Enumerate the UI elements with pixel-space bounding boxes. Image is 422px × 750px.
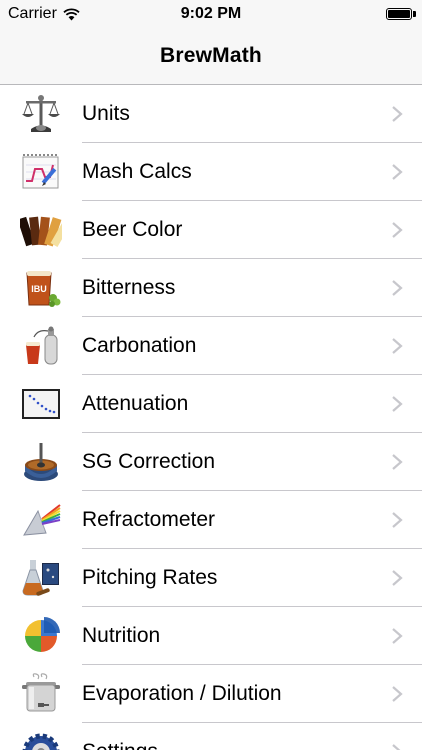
clock: 9:02 PM [180,5,242,22]
chevron-right-icon [392,338,403,354]
brew-kettle-icon [20,673,62,715]
svg-text:IBU: IBU [31,284,47,294]
menu-item-mash-calcs[interactable]: Mash Calcs [0,143,422,201]
menu-item-sg-correction[interactable]: SG Correction [0,433,422,491]
menu-item-settings[interactable]: Settings [0,723,422,750]
chevron-right-icon [392,396,403,412]
chevron-right-icon [392,744,401,750]
menu-item-evaporation-dilution[interactable]: Evaporation / Dilution [0,665,422,723]
battery-icon [386,8,412,20]
menu-item-label: Attenuation [82,392,189,415]
chevron-right-icon [392,280,403,296]
hydrometer-icon [20,441,62,483]
menu-item-units[interactable]: Units [0,85,422,143]
status-bar: Carrier 9:02 PM [0,0,422,28]
yeast-flask-icon [20,557,62,599]
menu-item-pitching-rates[interactable]: Pitching Rates [0,549,422,607]
chevron-right-icon [392,512,403,528]
menu-item-label: Beer Color [82,218,183,241]
app-screen: Carrier 9:02 PM BrewMath Units Mash Calc… [0,0,422,750]
menu-item-refractometer[interactable]: Refractometer [0,491,422,549]
co2-tank-icon [20,325,62,367]
menu-list[interactable]: Units Mash Calcs Beer Color IBU Bitterne… [0,85,422,750]
color-swatches-icon [20,209,62,251]
ibu-beer-glass-icon: IBU [20,267,62,309]
menu-item-label: Evaporation / Dilution [82,682,282,705]
chevron-right-icon [392,222,403,238]
menu-item-label: Bitterness [82,276,176,299]
chevron-right-icon [392,686,403,702]
menu-item-label: Refractometer [82,508,216,531]
menu-item-carbonation[interactable]: Carbonation [0,317,422,375]
decline-graph-icon [20,383,62,425]
chevron-right-icon [392,570,403,586]
menu-item-attenuation[interactable]: Attenuation [0,375,422,433]
chevron-right-icon [392,628,403,644]
menu-item-bitterness[interactable]: IBU Bitterness [0,259,422,317]
pie-chart-icon [20,615,62,657]
chart-notepad-icon [20,151,62,193]
chevron-right-icon [392,106,403,122]
battery-tip [413,11,416,17]
menu-item-label: Settings [82,740,158,750]
menu-item-label: SG Correction [82,450,216,473]
prism-icon [20,499,62,541]
menu-item-label: Carbonation [82,334,197,357]
menu-item-nutrition[interactable]: Nutrition [0,607,422,665]
menu-item-beer-color[interactable]: Beer Color [0,201,422,259]
settings-gear-icon [20,731,62,750]
menu-item-label: Nutrition [82,624,161,647]
balance-scale-icon [20,93,62,135]
battery-level-fill [388,10,410,18]
page-title: BrewMath [160,44,262,67]
menu-item-label: Pitching Rates [82,566,218,589]
navigation-bar: BrewMath [0,28,422,85]
chevron-right-icon [392,164,403,180]
chevron-right-icon [392,454,403,470]
menu-item-label: Mash Calcs [82,160,192,183]
menu-item-label: Units [82,102,130,125]
